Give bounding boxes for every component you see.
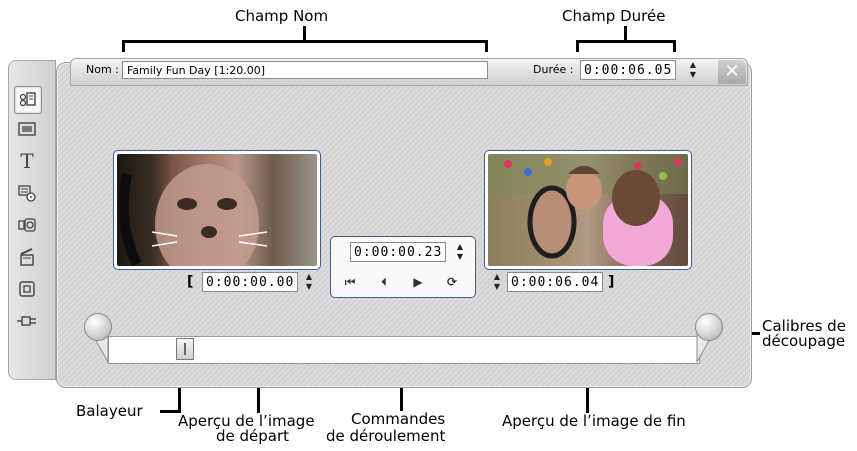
duration-label: Durée : [533,63,574,76]
end-frame-preview [484,150,692,270]
sound-effects-icon[interactable] [14,212,40,238]
start-timecode-field[interactable]: 0:00:00.00 [202,272,298,292]
square-icon[interactable] [14,276,40,302]
scrubber-grip [184,343,186,355]
close-button[interactable]: ✕ [718,60,746,84]
plugin-icon[interactable] [14,308,40,334]
duration-spinner[interactable]: ▲ ▼ [688,60,698,80]
leader-name [303,26,306,41]
loop-button[interactable]: ⟳ [442,275,462,289]
slideshow-icon[interactable] [14,244,40,270]
end-timecode-field[interactable]: 0:00:06.04 [507,272,603,292]
name-label: Nom : [86,63,119,76]
callout-playback-2: de déroulement [326,427,446,445]
duration-field[interactable]: 0:00:06.05 [580,60,676,80]
callout-scrubber: Balayeur [76,402,143,420]
right-trim-caliper[interactable] [695,313,723,341]
callout-duration-field: Champ Durée [562,7,666,25]
step-back-button[interactable]: ⏴ [374,275,394,290]
callout-end-preview: Aperçu de l’image de fin [502,412,686,430]
left-trim-caliper[interactable] [84,313,112,341]
video-clip-icon[interactable] [14,86,42,114]
start-frame-preview [113,150,321,270]
bracket-name-right [485,40,488,52]
leader-scrubber-hook [160,410,181,413]
start-timecode-spinner[interactable]: ▲ ▼ [304,272,314,292]
scrub-track[interactable] [108,336,700,364]
disc-menu-icon[interactable] [14,180,40,206]
title-icon[interactable]: T [14,148,40,174]
rewind-to-start-button[interactable]: ⏮ [340,275,360,290]
callout-start-preview-2: de départ [216,427,290,445]
bracket-duration-right [673,40,676,52]
current-timecode-field[interactable]: 0:00:00.23 [350,242,446,262]
start-bracket: [ [187,274,194,290]
name-field[interactable]: Family Fun Day [1:20.00] [122,61,488,79]
callout-trim-calipers-2: découpage [762,332,846,350]
callout-playback-1: Commandes [351,410,446,428]
scrubber-handle[interactable] [176,338,194,360]
bracket-name-left [122,40,125,52]
play-button[interactable]: ▶ [408,275,428,289]
end-bracket: ] [608,274,615,290]
end-timecode-spinner[interactable]: ▲ ▼ [492,272,502,292]
photo-icon[interactable] [14,116,40,142]
current-timecode-spinner[interactable]: ▲ ▼ [455,242,465,262]
bracket-duration-left [576,40,579,52]
leader-duration [624,26,627,41]
callout-name-field: Champ Nom [235,7,329,25]
start-frame-image [117,154,317,266]
end-frame-image [488,154,688,266]
